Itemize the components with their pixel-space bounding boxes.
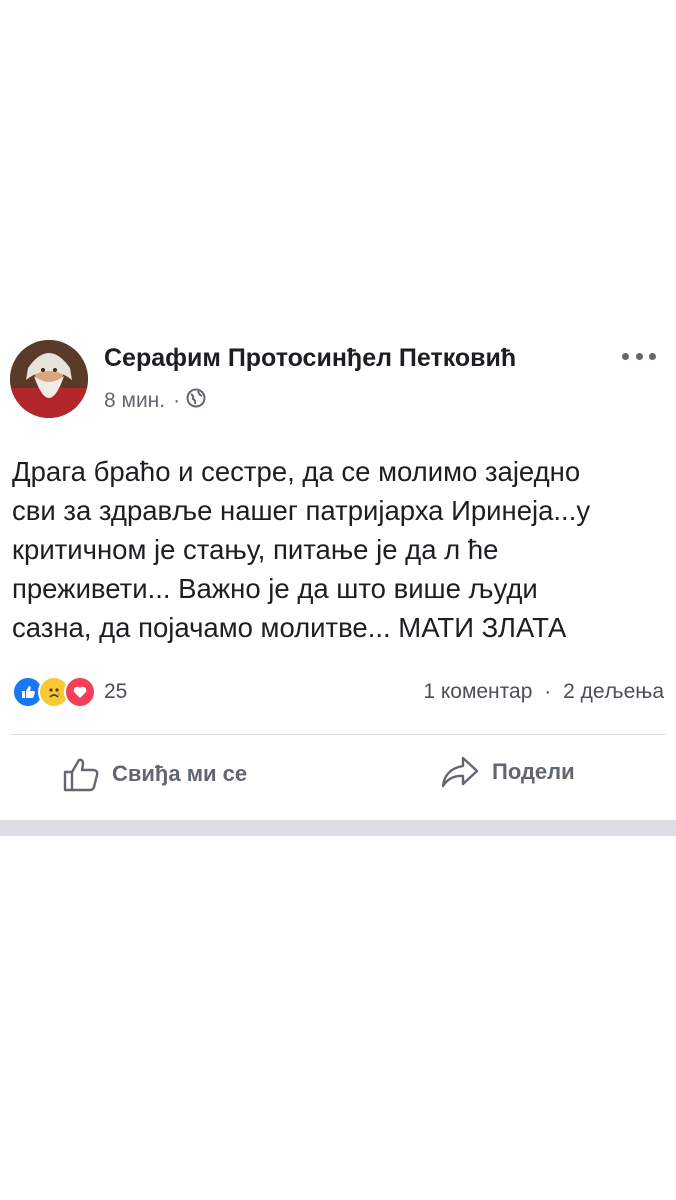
post-text-line: преживети... Важно је да што више људи	[12, 573, 538, 604]
post-text: Драга браћо и сестре, да се молимо зајед…	[12, 452, 668, 647]
counts-separator: ·	[544, 680, 552, 703]
globe-icon	[186, 388, 206, 414]
thumbs-up-icon	[63, 758, 99, 792]
meta-separator: ·	[173, 389, 181, 412]
more-dot	[649, 352, 656, 360]
post-text-line: сви за здравље нашег патријарха Иринеја.…	[12, 495, 591, 526]
more-dot	[635, 352, 643, 360]
share-button[interactable]: Подели	[440, 755, 575, 789]
share-count[interactable]: 2 дељења	[563, 680, 664, 703]
reaction-count: 25	[104, 680, 128, 703]
post-separator-bar	[0, 820, 676, 836]
reactions-summary[interactable]: 25	[12, 676, 127, 708]
post-text-line: сазна, да појачамо молитве... МАТИ ЗЛАТА	[12, 612, 567, 643]
post-text-line: Драга браћо и сестре, да се молимо зајед…	[12, 456, 581, 487]
post-time[interactable]: 8 мин.	[104, 389, 165, 413]
post-stats: 25 1 коментар · 2 дељења	[0, 672, 676, 712]
avatar[interactable]	[10, 340, 88, 418]
share-arrow-icon	[441, 756, 479, 788]
engagement-counts: 1 коментар · 2 дељења	[423, 680, 664, 704]
post-text-line: критичном је стању, питање је да л ће	[12, 534, 499, 565]
like-button-label: Свиђа ми се	[112, 761, 248, 786]
facebook-post: Серафим Протосинђел Петковић 8 мин. · Др…	[0, 330, 676, 792]
more-options-button[interactable]	[622, 346, 656, 366]
post-header: Серафим Протосинђел Петковић 8 мин. ·	[0, 330, 676, 430]
love-reaction-icon	[64, 676, 96, 708]
share-button-label: Подели	[492, 759, 575, 784]
post-meta: 8 мин. ·	[104, 388, 206, 414]
more-dots-icon	[622, 352, 629, 360]
like-button[interactable]: Свиђа ми се	[62, 755, 247, 793]
author-name[interactable]: Серафим Протосинђел Петковић	[104, 344, 516, 373]
post-actions: Свиђа ми се Подели	[0, 755, 676, 805]
divider	[10, 734, 666, 735]
comment-count[interactable]: 1 коментар	[423, 680, 532, 703]
